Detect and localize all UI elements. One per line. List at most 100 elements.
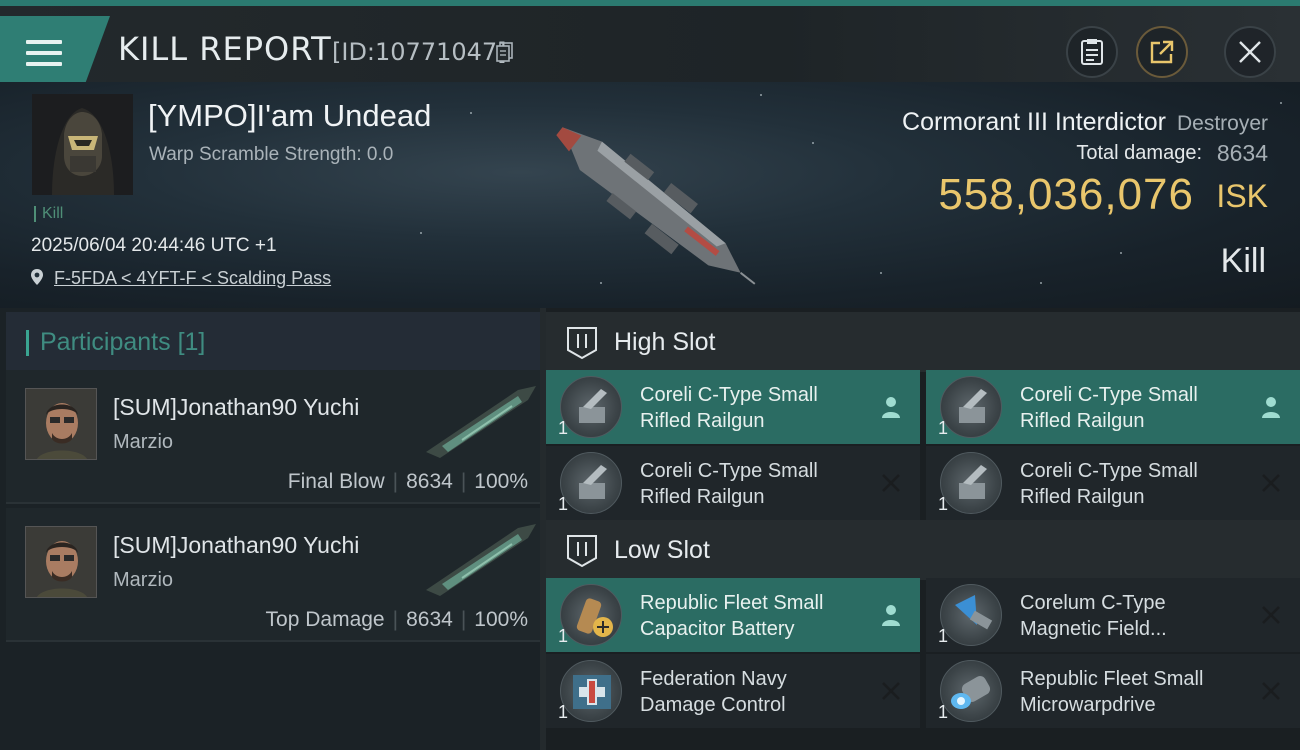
separator: | xyxy=(392,608,399,631)
destroyed-x-icon xyxy=(1262,474,1280,492)
participants-header: Participants [1] xyxy=(6,312,540,370)
module-item[interactable]: 1 Coreli C-Type Small Rifled Railgun xyxy=(546,446,920,520)
participant-stats: Top Damage | 8634 | 100% xyxy=(266,608,528,632)
separator: | xyxy=(460,608,467,631)
magnetic-field-icon xyxy=(940,584,1002,646)
page-title: KILL REPORT xyxy=(118,30,332,68)
ship-class: Destroyer xyxy=(1176,112,1268,135)
module-name: Coreli C-Type Small Rifled Railgun xyxy=(1020,460,1198,508)
close-button[interactable] xyxy=(1224,26,1276,78)
participants-header-accent xyxy=(26,330,29,356)
participant-role: Final Blow xyxy=(287,470,385,493)
module-quantity: 1 xyxy=(558,702,569,722)
dropped-person-icon xyxy=(1262,397,1280,418)
capacitor-battery-icon xyxy=(560,584,622,646)
destroyed-x-icon xyxy=(1262,682,1280,700)
participant-corp: Marzio xyxy=(113,431,174,453)
railgun-icon xyxy=(940,452,1002,514)
module-item[interactable]: 1 Federation Navy Damage Control xyxy=(546,654,920,728)
kill-result: Kill xyxy=(1220,242,1266,280)
module-name: Corelum C-Type Magnetic Field... xyxy=(1020,592,1167,640)
participant-portrait-image xyxy=(26,389,96,459)
menu-button[interactable] xyxy=(0,16,110,82)
header-bar: KILL REPORT [ID:10771047] xyxy=(0,6,1300,82)
clipboard-button[interactable] xyxy=(1066,26,1118,78)
destroyed-x-icon xyxy=(882,474,900,492)
kill-timestamp: 2025/06/04 20:44:46 UTC +1 xyxy=(31,235,277,256)
railgun-icon xyxy=(560,452,622,514)
victim-name[interactable]: [YMPO]I'am Undead xyxy=(148,98,431,134)
low-slot-label: Low Slot xyxy=(614,536,710,564)
separator: | xyxy=(460,470,467,493)
dropped-person-icon xyxy=(882,397,900,418)
clipboard-icon xyxy=(1081,39,1103,65)
module-quantity: 1 xyxy=(558,494,569,514)
kill-tag: Kill xyxy=(34,206,63,222)
isk-unit: ISK xyxy=(1216,178,1268,214)
module-quantity: 1 xyxy=(938,626,949,646)
victim-portrait[interactable] xyxy=(32,94,133,195)
participant-percent: 100% xyxy=(474,608,528,631)
module-name: Republic Fleet Small Capacitor Battery xyxy=(640,592,824,640)
high-slot-icon xyxy=(567,327,597,360)
copy-icon[interactable] xyxy=(496,42,514,62)
railgun-icon xyxy=(560,376,622,438)
participants-panel: Participants [1] [SUM]Jonathan90 Yuchi M… xyxy=(0,308,540,750)
module-item[interactable]: 1 Coreli C-Type Small Rifled Railgun xyxy=(926,446,1300,520)
fitting-panel: High Slot 1 Coreli C-Type Small Rifled Ra… xyxy=(540,308,1300,750)
module-name: Coreli C-Type Small Rifled Railgun xyxy=(1020,384,1198,432)
participant-ship-image xyxy=(426,524,536,596)
module-name: Coreli C-Type Small Rifled Railgun xyxy=(640,384,818,432)
participant-stats: Final Blow | 8634 | 100% xyxy=(288,470,528,494)
module-quantity: 1 xyxy=(938,418,949,438)
total-damage-value: 8634 xyxy=(1216,140,1268,166)
location-pin-icon xyxy=(31,269,43,285)
module-item[interactable]: 1 Republic Fleet Small Microwarpdrive xyxy=(926,654,1300,728)
participant-damage: 8634 xyxy=(406,470,453,493)
share-button[interactable] xyxy=(1136,26,1188,78)
module-item[interactable]: 1 Coreli C-Type Small Rifled Railgun xyxy=(926,370,1300,444)
participant-damage: 8634 xyxy=(406,608,453,631)
destroyed-x-icon xyxy=(882,682,900,700)
module-name: Republic Fleet Small Microwarpdrive xyxy=(1020,668,1204,716)
participant-role: Top Damage xyxy=(265,608,385,631)
participant-portrait-image xyxy=(26,527,96,597)
location-link[interactable]: F-5FDA < 4YFT-F < Scalding Pass xyxy=(54,268,331,289)
dropped-person-icon xyxy=(882,605,900,626)
module-quantity: 1 xyxy=(558,626,569,646)
warp-scramble-strength: Warp Scramble Strength: 0.0 xyxy=(149,144,394,165)
destroyed-x-icon xyxy=(1262,606,1280,624)
module-item[interactable]: 1 Corelum C-Type Magnetic Field... xyxy=(926,578,1300,652)
low-slot-header: Low Slot xyxy=(546,520,1300,580)
participant-ship-image xyxy=(426,386,536,458)
microwarpdrive-icon xyxy=(940,660,1002,722)
participant-row[interactable]: [SUM]Jonathan90 Yuchi Marzio Top Damage |… xyxy=(6,508,540,642)
participant-name[interactable]: [SUM]Jonathan90 Yuchi xyxy=(113,394,359,421)
participant-name[interactable]: [SUM]Jonathan90 Yuchi xyxy=(113,532,359,559)
report-id: [ID:10771047] xyxy=(332,38,507,66)
close-icon xyxy=(1239,41,1261,63)
high-slot-header: High Slot xyxy=(546,312,1300,372)
participant-avatar[interactable] xyxy=(25,526,97,598)
participants-label: Participants xyxy=(40,328,171,356)
high-slot-label: High Slot xyxy=(614,328,716,356)
railgun-icon xyxy=(940,376,1002,438)
participants-count: [1] xyxy=(177,328,206,356)
ship-name[interactable]: Cormorant III Interdictor xyxy=(902,108,1166,137)
participant-avatar[interactable] xyxy=(25,388,97,460)
module-name: Federation Navy Damage Control xyxy=(640,668,787,716)
participant-corp: Marzio xyxy=(113,569,174,591)
module-quantity: 1 xyxy=(938,494,949,514)
module-name: Coreli C-Type Small Rifled Railgun xyxy=(640,460,818,508)
isk-value: 558,036,076 xyxy=(938,170,1194,219)
module-item[interactable]: 1 Republic Fleet Small Capacitor Battery xyxy=(546,578,920,652)
participant-percent: 100% xyxy=(474,470,528,493)
victim-avatar-image xyxy=(32,94,133,195)
participant-row[interactable]: [SUM]Jonathan90 Yuchi Marzio Final Blow |… xyxy=(6,370,540,504)
separator: | xyxy=(392,470,399,493)
module-quantity: 1 xyxy=(558,418,569,438)
module-quantity: 1 xyxy=(938,702,949,722)
victim-summary: [YMPO]I'am Undead Warp Scramble Strength… xyxy=(0,82,1300,308)
module-item[interactable]: 1 Coreli C-Type Small Rifled Railgun xyxy=(546,370,920,444)
total-damage-label: Total damage: xyxy=(1076,142,1202,164)
